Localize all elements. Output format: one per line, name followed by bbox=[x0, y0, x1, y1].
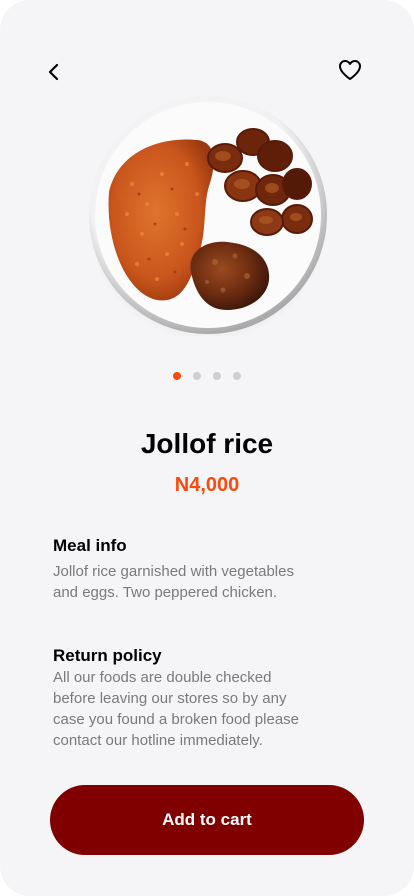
jollof-rice-plate-image bbox=[88, 96, 328, 342]
add-to-cart-button[interactable]: Add to cart bbox=[50, 785, 364, 855]
heart-outline-icon bbox=[339, 60, 361, 80]
carousel-dot[interactable] bbox=[213, 372, 221, 380]
chevron-left-icon bbox=[48, 63, 59, 81]
return-policy-line: before leaving our stores so by any bbox=[53, 690, 287, 707]
meal-info-text: Jollof rice garnished with vegetables an… bbox=[53, 561, 353, 603]
product-price: N4,000 bbox=[174, 474, 240, 496]
meal-info-line: Jollof rice garnished with vegetables bbox=[53, 563, 294, 580]
carousel-dot-active[interactable] bbox=[173, 372, 181, 380]
meal-info-heading: Meal info bbox=[53, 536, 127, 555]
return-policy-line: All our foods are double checked bbox=[53, 669, 272, 686]
product-detail-screen: Jollof rice N4,000 Meal info Jollof rice… bbox=[0, 0, 414, 896]
carousel-indicator bbox=[0, 372, 414, 380]
return-policy-text: All our foods are double checked before … bbox=[53, 667, 353, 751]
product-title: Jollof rice bbox=[140, 428, 274, 459]
meal-info-line: and eggs. Two peppered chicken. bbox=[53, 584, 278, 601]
carousel-dot[interactable] bbox=[233, 372, 241, 380]
return-policy-heading: Return policy bbox=[53, 646, 162, 665]
favorite-button[interactable] bbox=[337, 58, 363, 82]
carousel[interactable] bbox=[87, 94, 329, 342]
back-button[interactable] bbox=[42, 60, 66, 84]
return-policy-line: case you found a broken food please bbox=[53, 711, 300, 728]
return-policy-line: contact our hotline immediately. bbox=[53, 732, 263, 749]
carousel-dot[interactable] bbox=[193, 372, 201, 380]
